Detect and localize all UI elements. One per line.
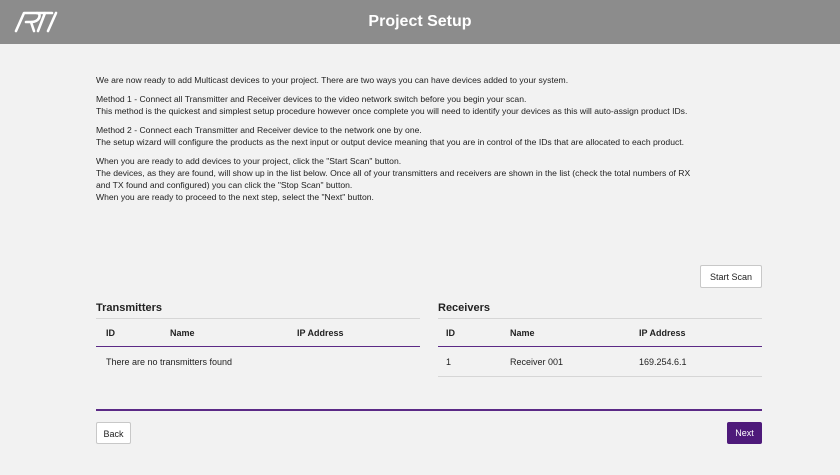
intro-line: and TX found and configured) you can cli…: [96, 180, 353, 190]
footer-divider: [96, 409, 762, 411]
back-button[interactable]: Back: [96, 422, 131, 444]
intro-text: We are now ready to add Multicast device…: [96, 74, 776, 210]
transmitters-title: Transmitters: [96, 302, 163, 314]
intro-line: Method 1 - Connect all Transmitter and R…: [96, 94, 527, 104]
receivers-header-divider: [438, 346, 762, 347]
intro-line: When you are ready to add devices to you…: [96, 156, 402, 166]
receiver-ip: 169.254.6.1: [639, 357, 687, 367]
intro-line: The setup wizard will configure the prod…: [96, 137, 685, 147]
receivers-col-name: Name: [510, 328, 535, 338]
receivers-title: Receivers: [438, 302, 490, 314]
next-button[interactable]: Next: [727, 422, 762, 444]
transmitters-empty-message: There are no transmitters found: [106, 357, 233, 367]
transmitters-title-divider: [96, 318, 420, 319]
intro-paragraph: We are now ready to add Multicast device…: [96, 74, 776, 86]
intro-line: This method is the quickest and simplest…: [96, 106, 688, 116]
start-scan-button[interactable]: Start Scan: [700, 265, 762, 288]
receiver-name: Receiver 001: [510, 357, 564, 367]
transmitters-col-name: Name: [170, 328, 195, 338]
transmitters-col-id: ID: [106, 328, 115, 338]
receivers-title-divider: [438, 318, 762, 319]
method2-paragraph: Method 2 - Connect each Transmitter and …: [96, 124, 776, 148]
intro-line: When you are ready to proceed to the nex…: [96, 192, 374, 202]
method1-paragraph: Method 1 - Connect all Transmitter and R…: [96, 93, 776, 117]
receivers-col-id: ID: [446, 328, 455, 338]
intro-line: The devices, as they are found, will sho…: [96, 168, 691, 178]
intro-line: We are now ready to add Multicast device…: [96, 75, 569, 85]
header-bar: Project Setup: [0, 0, 840, 44]
receivers-col-ip: IP Address: [639, 328, 686, 338]
transmitters-header-divider: [96, 346, 420, 347]
page-title: Project Setup: [368, 13, 472, 30]
transmitters-col-ip: IP Address: [297, 328, 344, 338]
receiver-row-divider: [438, 376, 762, 377]
instructions-paragraph: When you are ready to add devices to you…: [96, 155, 776, 203]
intro-line: Method 2 - Connect each Transmitter and …: [96, 125, 422, 135]
receiver-id: 1: [446, 357, 452, 367]
